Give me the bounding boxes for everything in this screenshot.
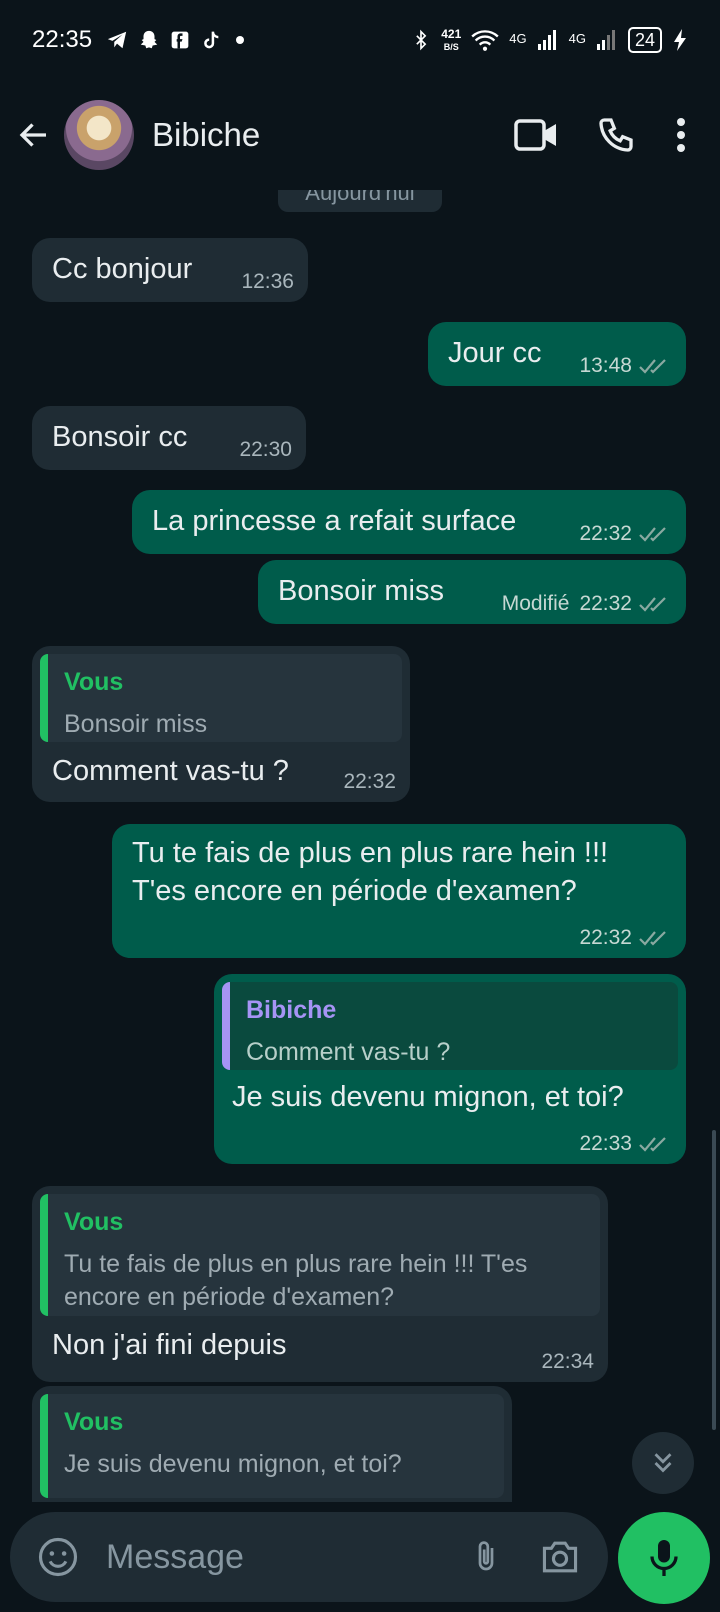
quote-author: Bibiche bbox=[246, 996, 337, 1024]
double-chevron-down-icon bbox=[654, 1453, 672, 1473]
scrollbar[interactable] bbox=[712, 1130, 716, 1430]
quote-author: Vous bbox=[64, 1408, 124, 1436]
video-camera-icon bbox=[514, 119, 556, 151]
double-check-icon bbox=[639, 527, 666, 542]
double-check-icon bbox=[639, 359, 666, 374]
message-bubble[interactable]: Vous Bonsoir miss Comment vas-tu ? 22:32 bbox=[32, 646, 410, 802]
wifi-icon bbox=[471, 30, 499, 51]
quote-text: Tu te fais de plus en plus rare hein !!!… bbox=[64, 1250, 528, 1311]
facebook-icon bbox=[171, 31, 189, 49]
quoted-message[interactable]: Vous Tu te fais de plus en plus rare hei… bbox=[40, 1194, 600, 1316]
message-input[interactable] bbox=[106, 1537, 436, 1577]
back-arrow-icon bbox=[19, 123, 46, 147]
message-text: Bonsoir miss bbox=[278, 575, 444, 607]
quote-text: Comment vas-tu ? bbox=[246, 1038, 451, 1066]
message-text: Non j'ai fini depuis bbox=[52, 1329, 287, 1361]
message-text: Tu te fais de plus en plus rare hein !!!… bbox=[132, 837, 609, 907]
double-check-icon bbox=[639, 931, 666, 946]
contact-name[interactable]: Bibiche bbox=[152, 116, 260, 154]
signal-icon bbox=[537, 30, 556, 50]
microphone-icon bbox=[650, 1540, 678, 1576]
video-call-button[interactable] bbox=[496, 105, 576, 165]
message-bubble[interactable]: Tu te fais de plus en plus rare hein !!!… bbox=[112, 824, 686, 958]
emoji-icon bbox=[38, 1537, 78, 1577]
network-speed: 421 B/S bbox=[441, 26, 462, 52]
message-bubble[interactable]: Vous Tu te fais de plus en plus rare hei… bbox=[32, 1186, 608, 1382]
status-time: 22:35 bbox=[32, 26, 93, 53]
battery-indicator: 24 bbox=[627, 27, 662, 53]
message-meta: Modifié 22:32 bbox=[502, 592, 670, 616]
message-time: 13:48 bbox=[579, 354, 632, 377]
message-text: Comment vas-tu ? bbox=[52, 755, 289, 787]
message-text: Bonsoir cc bbox=[52, 421, 188, 453]
message-time: 12:36 bbox=[241, 270, 294, 293]
camera-icon bbox=[542, 1541, 578, 1573]
status-bar: 22:35 421 B/S 4G 4G 24 bbox=[0, 0, 720, 80]
message-meta: 22:32 bbox=[579, 926, 670, 950]
voice-call-button[interactable] bbox=[576, 105, 656, 165]
message-bubble[interactable]: Bibiche Comment vas-tu ? Je suis devenu … bbox=[214, 974, 686, 1164]
more-vertical-icon bbox=[677, 118, 685, 152]
double-check-icon bbox=[639, 1137, 666, 1152]
chat-header: Bibiche bbox=[0, 80, 720, 190]
quote-text: Bonsoir miss bbox=[64, 710, 208, 738]
message-time: 22:32 bbox=[579, 926, 632, 949]
quoted-message[interactable]: Bibiche Comment vas-tu ? bbox=[222, 982, 678, 1070]
message-time: 22:33 bbox=[579, 1132, 632, 1155]
signal-icon-2 bbox=[596, 30, 615, 50]
message-time: 22:32 bbox=[579, 522, 632, 545]
message-bubble[interactable]: La princesse a refait surface 22:32 bbox=[132, 490, 686, 554]
message-time: 22:32 bbox=[579, 592, 632, 615]
more-options-button[interactable] bbox=[656, 105, 706, 165]
network-type-1: 4G bbox=[509, 31, 527, 46]
attach-button[interactable] bbox=[458, 1529, 514, 1585]
message-bubble[interactable]: Vous Je suis devenu mignon, et toi? bbox=[32, 1386, 512, 1502]
message-time: 22:30 bbox=[239, 438, 292, 461]
quote-author: Vous bbox=[64, 1208, 124, 1236]
phone-icon bbox=[599, 118, 633, 152]
notification-icons bbox=[106, 29, 245, 51]
contact-avatar[interactable] bbox=[64, 100, 134, 170]
quoted-message[interactable]: Vous Je suis devenu mignon, et toi? bbox=[40, 1394, 504, 1498]
dot-icon bbox=[236, 36, 245, 44]
message-bubble[interactable]: Jour cc 13:48 bbox=[428, 322, 686, 386]
edited-label: Modifié bbox=[501, 592, 570, 615]
message-meta: 22:32 bbox=[579, 522, 670, 546]
voice-message-button[interactable] bbox=[618, 1512, 710, 1604]
message-text: Cc bonjour bbox=[52, 253, 193, 285]
charging-icon bbox=[674, 29, 686, 51]
message-composer bbox=[10, 1512, 608, 1602]
double-check-icon bbox=[639, 597, 666, 612]
back-button[interactable] bbox=[14, 115, 54, 155]
bluetooth-icon bbox=[416, 29, 427, 51]
message-text: La princesse a refait surface bbox=[152, 505, 517, 537]
quote-text: Je suis devenu mignon, et toi? bbox=[64, 1450, 402, 1478]
emoji-button[interactable] bbox=[30, 1529, 86, 1585]
message-time: 22:32 bbox=[343, 770, 396, 793]
quoted-message[interactable]: Vous Bonsoir miss bbox=[40, 654, 402, 742]
message-time: 22:34 bbox=[541, 1350, 594, 1373]
snapchat-icon bbox=[140, 30, 158, 49]
network-type-2: 4G bbox=[568, 31, 586, 46]
camera-button[interactable] bbox=[532, 1529, 588, 1585]
chat-area[interactable]: Aujourd'hui Cc bonjour 12:36 Jour cc 13:… bbox=[0, 190, 720, 1502]
message-text: Je suis devenu mignon, et toi? bbox=[232, 1081, 624, 1113]
message-bubble[interactable]: Bonsoir miss Modifié 22:32 bbox=[258, 560, 686, 624]
tiktok-icon bbox=[204, 31, 219, 49]
telegram-icon bbox=[107, 31, 127, 49]
message-text: Jour cc bbox=[448, 337, 542, 369]
date-chip: Aujourd'hui bbox=[278, 190, 442, 212]
message-meta: 22:33 bbox=[579, 1132, 670, 1156]
message-bubble[interactable]: Bonsoir cc 22:30 bbox=[32, 406, 306, 470]
scroll-to-bottom-button[interactable] bbox=[632, 1432, 694, 1494]
message-meta: 13:48 bbox=[579, 354, 670, 378]
quote-author: Vous bbox=[64, 668, 124, 696]
paperclip-icon bbox=[478, 1541, 494, 1571]
message-bubble[interactable]: Cc bonjour 12:36 bbox=[32, 238, 308, 302]
